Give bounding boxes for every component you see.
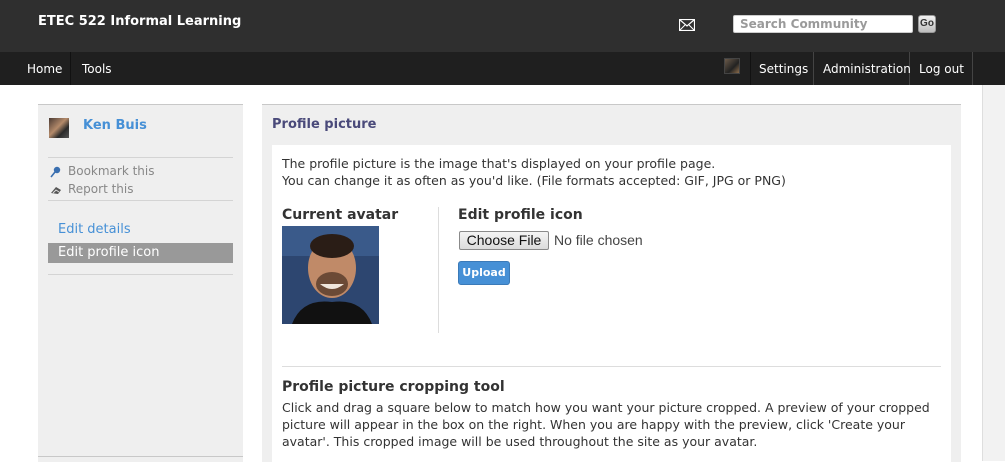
divider — [282, 366, 941, 367]
divider — [438, 207, 439, 333]
divider — [48, 157, 233, 158]
divider — [48, 274, 233, 275]
pushpin-icon — [50, 166, 61, 178]
description: The profile picture is the image that's … — [282, 155, 932, 189]
owner-name[interactable]: Ken Buis — [83, 118, 147, 133]
main-panel: Profile picture The profile picture is t… — [262, 104, 961, 462]
description-line: The profile picture is the image that's … — [282, 156, 716, 171]
menu-edit-profile-icon[interactable]: Edit profile icon — [48, 243, 233, 263]
nav-home[interactable]: Home — [0, 52, 72, 85]
sidebar: Ken Buis Bookmark this Report this Edit … — [38, 104, 243, 462]
scrollbar[interactable] — [982, 85, 1005, 461]
description-line: You can change it as often as you'd like… — [282, 173, 786, 188]
current-avatar-image — [282, 226, 379, 324]
divider — [38, 456, 243, 457]
nav-settings[interactable]: Settings — [750, 52, 814, 85]
cropping-tool-description: Click and drag a square below to match h… — [282, 400, 930, 449]
report-icon — [51, 187, 61, 194]
nav-administration[interactable]: Administration — [815, 52, 911, 85]
choose-file-button[interactable]: Choose File — [459, 231, 549, 250]
menu-edit-details[interactable]: Edit details — [48, 220, 233, 240]
divider — [48, 200, 233, 201]
search-input[interactable] — [733, 15, 913, 33]
mail-icon[interactable] — [679, 19, 695, 31]
current-avatar-heading: Current avatar — [282, 207, 399, 223]
nav-tools[interactable]: Tools — [74, 52, 120, 85]
bookmark-link[interactable]: Bookmark this — [68, 164, 155, 178]
report-link[interactable]: Report this — [68, 182, 134, 196]
owner-avatar[interactable] — [49, 118, 69, 138]
upload-button[interactable]: Upload — [458, 261, 510, 285]
site-title[interactable]: ETEC 522 Informal Learning — [38, 14, 241, 29]
cropping-tool-heading: Profile picture cropping tool — [282, 379, 505, 395]
page-title: Profile picture — [272, 117, 377, 132]
no-file-text: No file chosen — [554, 232, 643, 248]
user-avatar-small[interactable] — [724, 58, 740, 74]
nav-logout[interactable]: Log out — [911, 52, 973, 85]
search-go-button[interactable]: Go — [918, 15, 936, 33]
content-body: The profile picture is the image that's … — [272, 145, 951, 462]
edit-profile-icon-heading: Edit profile icon — [458, 207, 583, 223]
